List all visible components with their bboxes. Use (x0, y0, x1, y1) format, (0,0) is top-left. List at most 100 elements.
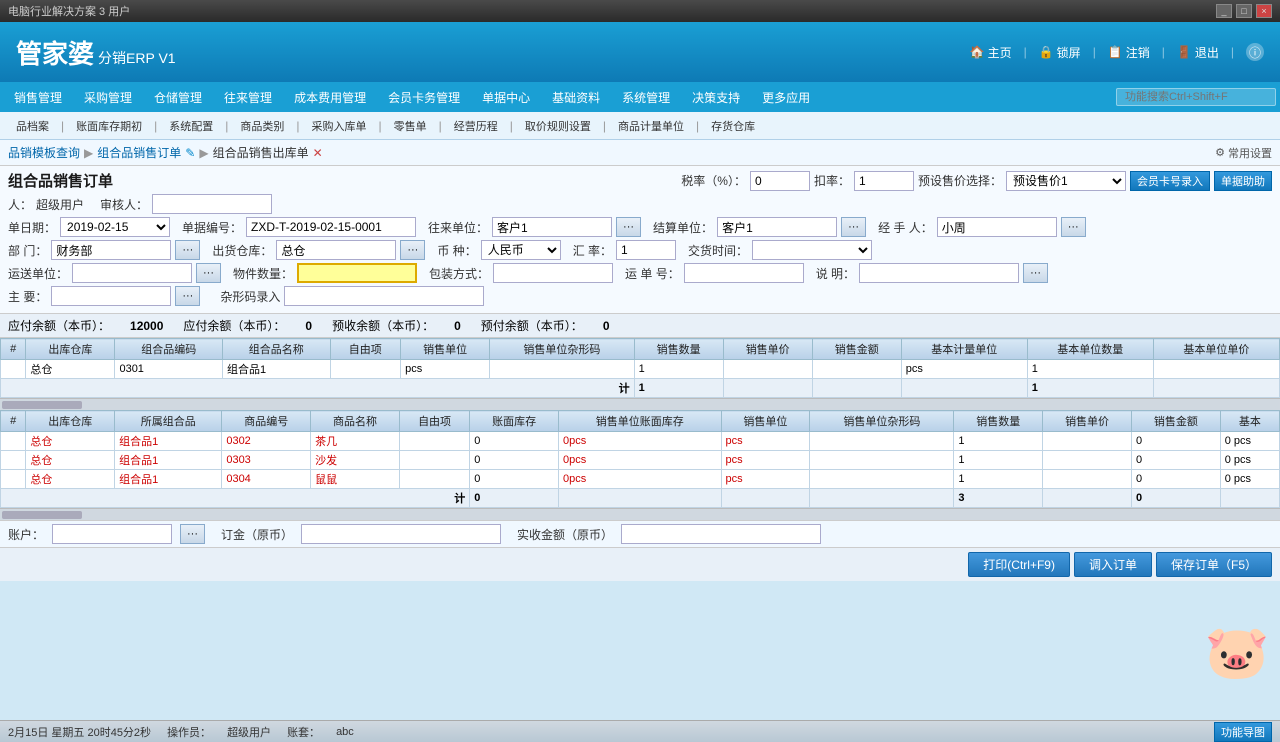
audit-input[interactable] (152, 194, 272, 214)
order-amount-input[interactable] (301, 524, 501, 544)
form-row-2: 单日期： 2019-02-15 单据编号： 往来单位： ··· 结算单位： ··… (8, 217, 1272, 237)
counterparty-input[interactable] (492, 217, 612, 237)
lower-scrollbar-thumb[interactable] (2, 511, 82, 519)
menu-more[interactable]: 更多应用 (752, 85, 820, 110)
close-btn[interactable]: × (1256, 4, 1272, 18)
tax-input[interactable] (750, 171, 810, 191)
price-select[interactable]: 预设售价1 (1006, 171, 1126, 191)
breadcrumb-1[interactable]: 组合品销售订单 (97, 144, 181, 161)
save-btn[interactable]: 保存订单（F5） (1156, 552, 1272, 577)
transaction-time-select[interactable] (752, 240, 872, 260)
lower-col-unit-stock: 销售单位账面库存 (559, 411, 722, 432)
print-btn[interactable]: 打印(Ctrl+F9) (968, 552, 1070, 577)
packaging-input[interactable] (493, 263, 613, 283)
parts-qty-label: 物件数量： (233, 265, 293, 282)
shipping-unit-input[interactable] (72, 263, 192, 283)
discount-input[interactable] (854, 171, 914, 191)
counterparty-btn[interactable]: ··· (616, 217, 641, 237)
shipping-unit-btn[interactable]: ··· (196, 263, 221, 283)
account-input[interactable] (52, 524, 172, 544)
handler-btn[interactable]: ··· (1061, 217, 1086, 237)
actual-amount-input[interactable] (621, 524, 821, 544)
settlement-btn[interactable]: ··· (841, 217, 866, 237)
sub-item-5[interactable]: 零售单 (386, 116, 435, 136)
lower-table-row-1: 总仓 组合品1 0303 沙发 0 0pcs pcs 1 0 0 pcs (1, 451, 1280, 470)
upper-table-row: 总仓 0301 组合品1 pcs 1 pcs 1 (1, 360, 1280, 379)
note-label: 注销 (1126, 44, 1150, 61)
remark-input[interactable] (859, 263, 1019, 283)
parts-qty-input[interactable] (297, 263, 417, 283)
breadcrumb-close-icon[interactable]: ✕ (313, 146, 323, 160)
sub-item-4[interactable]: 采购入库单 (304, 116, 375, 136)
info-btn[interactable]: ⓘ (1246, 43, 1264, 61)
dept-input[interactable] (51, 240, 171, 260)
lock-btn[interactable]: 🔒 锁屏 (1039, 44, 1081, 61)
sub-item-7[interactable]: 取价规则设置 (517, 116, 599, 136)
exchange-input[interactable] (616, 240, 676, 260)
sub-item-0[interactable]: 品档案 (8, 116, 57, 136)
settlement-input[interactable] (717, 217, 837, 237)
status-bar: 2月15日 星期五 20时45分2秒 操作员： 超级用户 账套： abc 功能导… (0, 720, 1280, 742)
handler-input[interactable] (937, 217, 1057, 237)
upper-total-row: 计 1 1 (1, 379, 1280, 398)
form-row-5: 主 要： ··· 杂形码录入 (8, 286, 1272, 306)
menu-system[interactable]: 系统管理 (612, 85, 680, 110)
import-btn[interactable]: 调入订单 (1074, 552, 1152, 577)
handler-label: 经 手 人： (878, 219, 933, 236)
menu-sales[interactable]: 销售管理 (4, 85, 72, 110)
menu-voucher[interactable]: 单据中心 (472, 85, 540, 110)
maximize-btn[interactable]: □ (1236, 4, 1252, 18)
warehouse-btn[interactable]: ··· (400, 240, 425, 260)
dept-btn[interactable]: ··· (175, 240, 200, 260)
account-label: 账户： (8, 526, 44, 543)
sub-item-2[interactable]: 系统配置 (161, 116, 221, 136)
member-card-btn[interactable]: 会员卡号录入 (1130, 171, 1210, 191)
exit-btn[interactable]: 🚪 退出 (1177, 44, 1219, 61)
sub-item-8[interactable]: 商品计量单位 (610, 116, 692, 136)
upper-table: # 出库仓库 组合品编码 组合品名称 自由项 销售单位 销售单位杂形码 销售数量… (0, 338, 1280, 398)
account-btn[interactable]: ··· (180, 524, 205, 544)
menu-purchase[interactable]: 采购管理 (74, 85, 142, 110)
sub-item-3[interactable]: 商品类别 (232, 116, 292, 136)
sub-item-1[interactable]: 账面库存期初 (68, 116, 150, 136)
menu-search-input[interactable] (1116, 88, 1276, 106)
sub-item-9[interactable]: 存货仓库 (703, 116, 763, 136)
currency-select[interactable]: 人民币 (481, 240, 561, 260)
home-btn[interactable]: 🏠 主页 (970, 44, 1012, 61)
pre-payable-value: 0 (603, 319, 610, 333)
warehouse-input[interactable] (276, 240, 396, 260)
menu-decision[interactable]: 决策支持 (682, 85, 750, 110)
pre-receivable-value: 0 (454, 319, 461, 333)
req-btn[interactable]: ··· (175, 286, 200, 306)
menu-transactions[interactable]: 往来管理 (214, 85, 282, 110)
upper-scrollbar-thumb[interactable] (2, 401, 82, 409)
help-btn[interactable]: 单据助助 (1214, 171, 1272, 191)
menu-basic[interactable]: 基础资料 (542, 85, 610, 110)
remark-btn[interactable]: ··· (1023, 263, 1048, 283)
lower-col-free: 自由项 (399, 411, 469, 432)
menu-warehouse[interactable]: 仓储管理 (144, 85, 212, 110)
menu-member[interactable]: 会员卡务管理 (378, 85, 470, 110)
packaging-label: 包装方式： (429, 265, 489, 282)
date-select[interactable]: 2019-02-15 (60, 217, 170, 237)
app-header: 管家婆 分销ERP V1 🏠 主页 | 🔒 锁屏 | 📋 注销 | 🚪 退出 |… (0, 22, 1280, 82)
req-input[interactable] (51, 286, 171, 306)
settings-btn[interactable]: ⚙ 常用设置 (1215, 145, 1272, 161)
lower-scrollbar[interactable] (0, 508, 1280, 520)
note-btn[interactable]: 📋 注销 (1108, 44, 1150, 61)
barcode-input[interactable] (284, 286, 484, 306)
lower-table-container: # 出库仓库 所属组合品 商品编号 商品名称 自由项 账面库存 销售单位账面库存… (0, 410, 1280, 508)
upper-scrollbar[interactable] (0, 398, 1280, 410)
mascot: 🐷 (1202, 612, 1272, 692)
lower-col-qty: 销售数量 (954, 411, 1043, 432)
upper-col-base-unit: 基本计量单位 (901, 339, 1027, 360)
breadcrumb-0[interactable]: 品销模板查询 (8, 144, 80, 161)
info-icon: ⓘ (1246, 43, 1264, 61)
sub-item-6[interactable]: 经营历程 (446, 116, 506, 136)
help-map-btn[interactable]: 功能导图 (1214, 722, 1272, 742)
docno-input[interactable] (246, 217, 416, 237)
menu-cost[interactable]: 成本费用管理 (284, 85, 376, 110)
settlement-label: 结算单位： (653, 219, 713, 236)
shipping-no-input[interactable] (684, 263, 804, 283)
minimize-btn[interactable]: _ (1216, 4, 1232, 18)
